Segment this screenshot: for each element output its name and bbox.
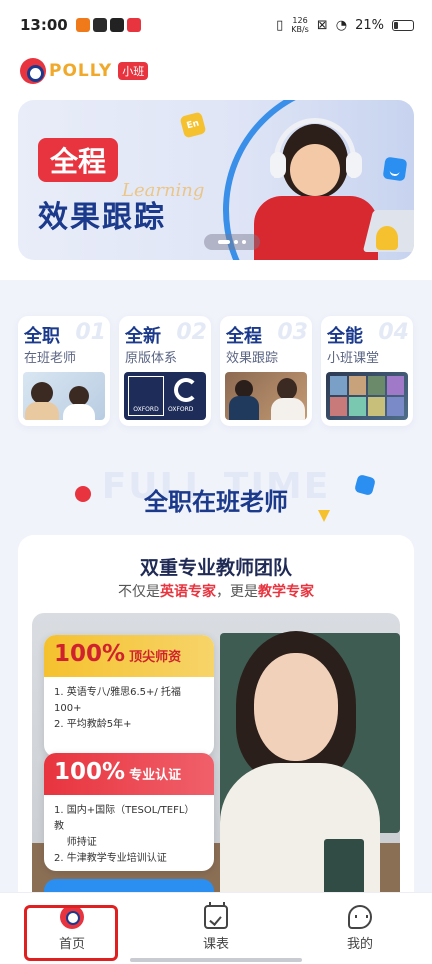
status-right: ▯ 126 KB/s ⊠ ◔ 21%: [276, 16, 414, 34]
feature-image-classroom: [23, 372, 105, 420]
feature-image-oxford: OXFORD OXFORD: [124, 372, 206, 420]
qualification-percent: 100%: [54, 641, 126, 667]
feature-subtitle: 小班课堂: [327, 351, 380, 366]
battery-percent: 21%: [355, 17, 384, 33]
logo-text: POLLY: [49, 61, 113, 81]
team-subtitle-highlight-1: 英语专家: [160, 584, 216, 600]
team-subtitle-prefix: 不仅是: [118, 584, 160, 600]
feature-card-tracking[interactable]: 03 全程 效果跟踪: [220, 316, 312, 426]
oxford-crest-icon: OXFORD: [128, 376, 164, 416]
qualification-box-top-teachers: 100% 顶尖师资 1. 英语专八/雅思6.5+/ 托福100+ 2. 平均教龄…: [44, 635, 214, 757]
qualification-label: 专业认证: [129, 768, 182, 783]
tab-schedule-label: 课表: [202, 937, 229, 952]
teacher-photo: 100% 顶尖师资 1. 英语专八/雅思6.5+/ 托福100+ 2. 平均教龄…: [32, 613, 400, 915]
feature-subtitle: 原版体系: [125, 351, 178, 366]
bottom-tab-bar: 首页 课表 我的: [0, 892, 432, 964]
team-subtitle: 不仅是英语专家，更是教学专家: [18, 581, 414, 601]
feature-image-online-class: [326, 372, 408, 420]
headphone-ear: [346, 152, 362, 178]
banner-tag: 全程: [38, 138, 119, 182]
smile-badge-icon: [382, 156, 408, 182]
network-speed-unit: KB/s: [291, 25, 309, 34]
gesture-bar[interactable]: [130, 958, 302, 962]
tab-profile-label: 我的: [346, 937, 373, 952]
notification-app-icon: [75, 18, 90, 32]
oxford-press-logo-icon: [174, 378, 198, 402]
feature-number: 03: [277, 320, 308, 345]
polly-bird-icon: [20, 58, 46, 84]
feature-cards: 01 全职 在班老师 02 全新 原版体系 OXFORD OXFORD 03 全…: [18, 316, 414, 426]
qualification-list: 1. 国内+国际（TESOL/TEFL）教 师持证 2. 牛津教学专业培训认证: [44, 795, 214, 867]
teacher-team-card[interactable]: 双重专业教师团队 不仅是英语专家，更是教学专家 100% 顶尖师资 1. 英语专…: [18, 535, 414, 915]
notification-app-icon: [92, 18, 107, 32]
wifi-icon: ◔: [335, 17, 348, 33]
calendar-check-icon: [204, 902, 228, 929]
qualification-box-header: 100% 专业认证: [44, 753, 214, 795]
feature-title: 全新: [125, 326, 161, 347]
team-subtitle-middle: ，更是: [216, 584, 258, 600]
feature-subtitle: 效果跟踪: [226, 351, 279, 366]
section-title: 全职在班老师: [144, 488, 288, 516]
feature-card-curriculum[interactable]: 02 全新 原版体系 OXFORD OXFORD: [119, 316, 211, 426]
tab-schedule[interactable]: 课表: [144, 893, 288, 964]
app-header: POLLY 小班: [0, 50, 432, 98]
teacher-face: [254, 653, 338, 761]
oxford-press-logo-text: OXFORD: [168, 406, 194, 413]
promo-banner[interactable]: En Learning 全程 效果跟踪: [18, 100, 414, 260]
headphone-ear: [270, 152, 286, 178]
status-bar: 13:00 ▯ 126 KB/s ⊠ ◔ 21%: [0, 0, 432, 50]
app-screen: 13:00 ▯ 126 KB/s ⊠ ◔ 21% POLLY 小班 En Lea…: [0, 0, 432, 964]
qualification-label: 顶尖师资: [129, 650, 182, 665]
en-badge-icon: En: [179, 111, 207, 139]
carousel-indicator[interactable]: [204, 234, 260, 250]
active-tab-highlight-box: [24, 905, 118, 961]
carousel-dot: [234, 240, 238, 244]
feature-number: 01: [75, 320, 106, 345]
headphone-icon: [274, 118, 356, 178]
status-time: 13:00: [20, 16, 68, 34]
tab-profile[interactable]: 我的: [288, 893, 432, 964]
carousel-dot-active: [218, 240, 230, 244]
team-title: 双重专业教师团队: [139, 557, 292, 579]
feature-title: 全能: [327, 326, 363, 347]
feature-subtitle: 在班老师: [24, 351, 77, 366]
notification-icons: [75, 18, 141, 32]
feature-title: 全程: [226, 326, 262, 347]
team-subtitle-highlight-2: 教学专家: [258, 584, 314, 600]
cup-illustration: [376, 226, 398, 250]
feature-number: 04: [378, 320, 409, 345]
qualification-item: 1. 国内+国际（TESOL/TEFL）教: [54, 805, 195, 832]
no-sim-icon: ⊠: [316, 17, 328, 33]
qualification-list: 1. 英语专八/雅思6.5+/ 托福100+ 2. 平均教龄5年+: [44, 677, 214, 733]
qualification-box-header: 100% 顶尖师资: [44, 635, 214, 677]
vibrate-icon: ▯: [276, 17, 284, 33]
notification-app-icon: [126, 18, 141, 32]
qualification-item: 2. 平均教龄5年+: [54, 719, 132, 730]
qualification-item: 1. 英语专八/雅思6.5+/ 托福100+: [54, 687, 181, 714]
logo-badge: 小班: [118, 62, 149, 80]
battery-icon: [392, 19, 414, 31]
network-speed-value: 126: [292, 16, 308, 25]
feature-number: 02: [176, 320, 207, 345]
carousel-dot: [242, 240, 246, 244]
book-illustration: [324, 839, 364, 899]
feature-card-smallclass[interactable]: 04 全能 小班课堂: [321, 316, 413, 426]
network-speed: 126 KB/s: [291, 16, 309, 34]
oxford-logo-text: OXFORD: [133, 406, 159, 413]
feature-image-tutoring: [225, 372, 307, 420]
polly-logo: POLLY 小班: [20, 58, 149, 84]
profile-chat-icon: [348, 905, 372, 929]
feature-title: 全职: [24, 326, 60, 347]
qualification-item: 2. 牛津教学专业培训认证: [54, 853, 167, 864]
qualification-box-certification: 100% 专业认证 1. 国内+国际（TESOL/TEFL）教 师持证 2. 牛…: [44, 753, 214, 871]
notification-app-icon: [109, 18, 124, 32]
banner-section: En Learning 全程 效果跟踪: [0, 98, 432, 280]
feature-card-teacher[interactable]: 01 全职 在班老师: [18, 316, 110, 426]
qualification-percent: 100%: [54, 759, 126, 785]
child-sweater: [254, 196, 378, 260]
qualification-item: 师持证: [54, 837, 97, 848]
banner-subtitle: 效果跟踪: [38, 200, 166, 235]
